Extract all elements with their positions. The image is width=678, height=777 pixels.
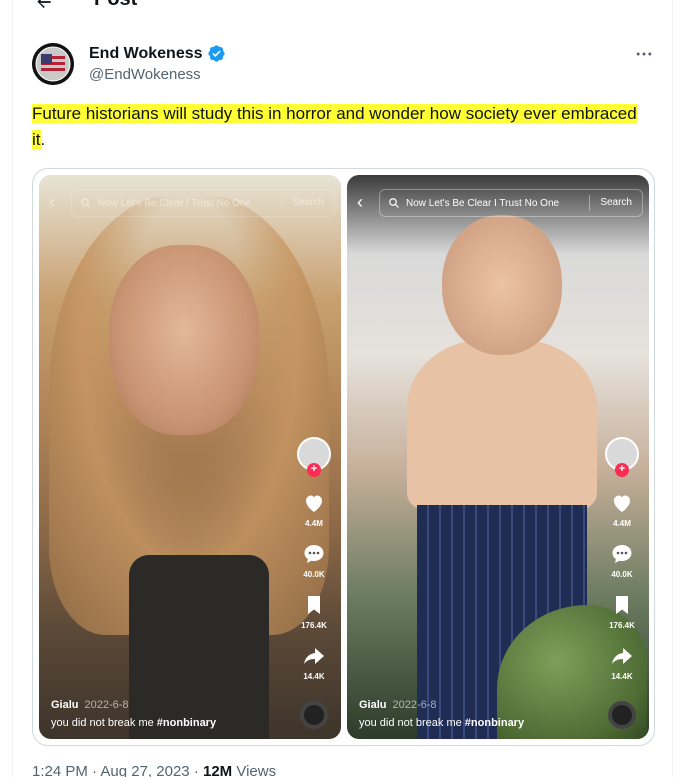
follow-plus-icon[interactable]: + — [307, 463, 321, 477]
column-border-right — [672, 0, 673, 777]
video-search-bar[interactable]: Now Let's Be Clear I Trust No One Search — [379, 189, 643, 217]
caption-user-row: Gialu 2022-6-8 — [51, 699, 216, 711]
video-back-icon[interactable]: ‹ — [357, 193, 371, 213]
caption-text-row: you did not break me #nonbinary — [359, 717, 524, 729]
share-arrow-icon — [304, 648, 324, 664]
caption-username[interactable]: Gialu — [359, 699, 387, 711]
tweet-time[interactable]: 1:24 PM — [32, 763, 88, 777]
face-shape — [109, 245, 259, 435]
caption-text-row: you did not break me #nonbinary — [51, 717, 216, 729]
caption-hashtag[interactable]: #nonbinary — [465, 717, 524, 729]
comment-count: 40.0K — [611, 570, 633, 579]
media-container[interactable]: ‹ Now Let's Be Clear I Trust No One Sear… — [32, 168, 655, 746]
back-button[interactable] — [32, 0, 56, 14]
tweet-text: Future historians will study this in hor… — [32, 101, 642, 153]
heart-icon — [306, 495, 322, 512]
video-left[interactable]: ‹ Now Let's Be Clear I Trust No One Sear… — [39, 175, 341, 739]
face-shape — [442, 215, 562, 355]
share-count: 14.4K — [303, 672, 325, 681]
comment-icon — [304, 545, 324, 563]
caption-date: 2022-6-8 — [392, 699, 437, 711]
creator-avatar[interactable]: + — [605, 437, 639, 477]
like-count: 4.4M — [613, 519, 631, 528]
tweet-date[interactable]: Aug 27, 2023 — [100, 763, 189, 777]
music-disc-icon[interactable] — [608, 701, 636, 729]
torso-shape — [407, 340, 597, 510]
search-icon — [81, 198, 91, 208]
caption-hashtag[interactable]: #nonbinary — [157, 717, 216, 729]
caption-user-row: Gialu 2022-6-8 — [359, 699, 524, 711]
tweet-meta: 1:24 PM · Aug 27, 2023 · 12M Views — [32, 763, 276, 777]
heart-icon — [614, 495, 630, 512]
author-name-row[interactable]: End Wokeness — [89, 44, 226, 63]
share-count: 14.4K — [611, 672, 633, 681]
search-icon — [389, 198, 399, 208]
column-border-left — [12, 0, 13, 777]
comment-button[interactable]: 40.0K — [610, 542, 634, 584]
more-options-button[interactable] — [632, 44, 656, 64]
arrow-left-icon — [37, 0, 51, 8]
share-button[interactable]: 14.4K — [610, 644, 634, 686]
music-disc-icon[interactable] — [300, 701, 328, 729]
caption-date: 2022-6-8 — [84, 699, 129, 711]
video-right[interactable]: ‹ Now Let's Be Clear I Trust No One Sear… — [347, 175, 649, 739]
search-text: Now Let's Be Clear I Trust No One — [406, 197, 560, 209]
caption-text: you did not break me — [51, 717, 154, 729]
comment-count: 40.0K — [303, 570, 325, 579]
avatar-emblem — [32, 43, 74, 85]
tweet-text-tail: . — [40, 130, 46, 149]
creator-avatar[interactable]: + — [297, 437, 331, 477]
bookmark-icon — [307, 596, 320, 614]
save-button[interactable]: 176.4K — [301, 593, 327, 635]
video-caption: Gialu 2022-6-8 you did not break me #nonb… — [51, 699, 216, 729]
follow-plus-icon[interactable]: + — [615, 463, 629, 477]
save-count: 176.4K — [609, 621, 635, 630]
verified-badge-icon — [207, 45, 225, 62]
highlighted-text: Future historians will study this in hor… — [32, 104, 637, 149]
comment-button[interactable]: 40.0K — [302, 542, 326, 584]
video-side-actions: + 4.4M 40.0K 176.4K 14.4K — [295, 437, 333, 729]
save-button[interactable]: 176.4K — [609, 593, 635, 635]
top-bar: Post — [12, 0, 672, 16]
author-name[interactable]: End Wokeness — [89, 45, 203, 63]
comment-icon — [612, 545, 632, 563]
like-count: 4.4M — [305, 519, 323, 528]
like-button[interactable]: 4.4M — [302, 491, 326, 533]
like-button[interactable]: 4.4M — [610, 491, 634, 533]
page-title: Post — [94, 0, 137, 11]
video-back-icon[interactable]: ‹ — [49, 193, 63, 213]
caption-text: you did not break me — [359, 717, 462, 729]
video-search-bar[interactable]: Now Let's Be Clear I Trust No One Search — [71, 189, 335, 217]
views-label: Views — [236, 763, 277, 777]
search-button[interactable]: Search — [281, 195, 334, 211]
author-avatar[interactable] — [32, 43, 74, 85]
search-text: Now Let's Be Clear I Trust No One — [98, 197, 252, 209]
more-horizontal-icon — [636, 52, 652, 56]
meta-separator: · — [193, 763, 199, 777]
share-arrow-icon — [612, 648, 632, 664]
bookmark-icon — [615, 596, 628, 614]
caption-username[interactable]: Gialu — [51, 699, 79, 711]
video-side-actions: + 4.4M 40.0K 176.4K 14.4K — [603, 437, 641, 729]
views-count: 12M — [202, 763, 233, 777]
author-handle[interactable]: @EndWokeness — [89, 66, 201, 83]
video-caption: Gialu 2022-6-8 you did not break me #nonb… — [359, 699, 524, 729]
save-count: 176.4K — [301, 621, 327, 630]
tweet-header: End Wokeness @EndWokeness — [32, 42, 662, 88]
share-button[interactable]: 14.4K — [302, 644, 326, 686]
meta-separator: · — [92, 763, 98, 777]
search-button[interactable]: Search — [589, 195, 642, 211]
